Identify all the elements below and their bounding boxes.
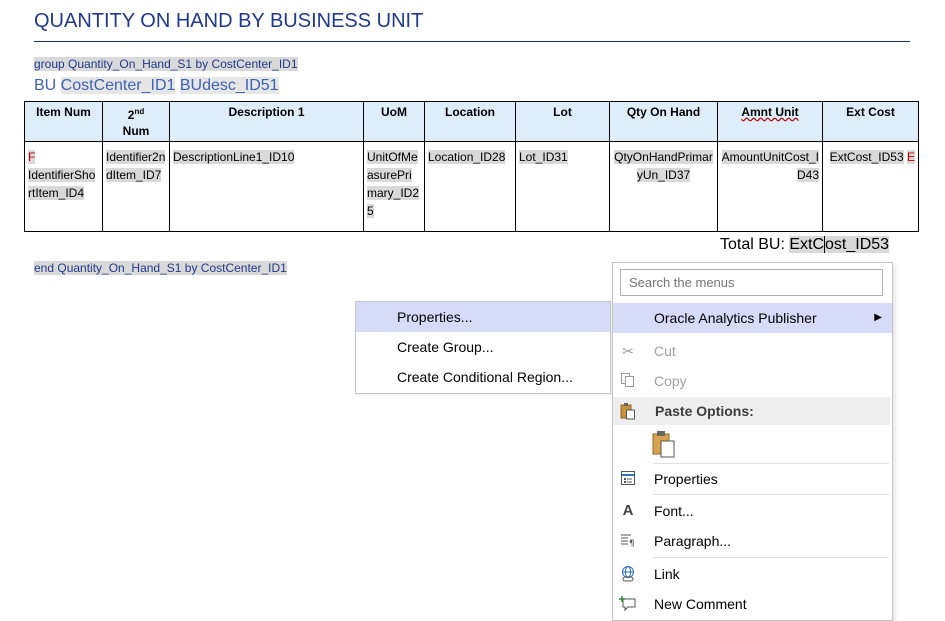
table-row: F IdentifierShortItem_ID4 Identifier2ndIt…: [24, 141, 919, 232]
cell-lot[interactable]: Lot_ID31: [515, 141, 610, 232]
font-icon: A: [622, 502, 634, 519]
group-start-field[interactable]: group Quantity_On_Hand_S1 by CostCenter_…: [34, 57, 298, 71]
menu-item-new-comment[interactable]: New Comment: [613, 589, 892, 619]
cell-ext-cost[interactable]: ExtCost_ID53 E: [822, 141, 919, 232]
menu-item-paragraph[interactable]: ¶ Paragraph...: [613, 526, 892, 556]
menu-item-oracle-analytics-publisher[interactable]: Oracle Analytics Publisher ▶: [613, 303, 892, 333]
menu-item-copy[interactable]: Copy: [613, 366, 892, 396]
header-qty-on-hand: Qty On Hand: [609, 101, 718, 142]
total-bu-line: Total BU: ExtCost_ID53: [720, 236, 890, 254]
header-2nd-num: 2nd Num: [102, 101, 170, 142]
header-description: Description 1: [169, 101, 364, 142]
document-title: QUANTITY ON HAND BY BUSINESS UNIT: [34, 10, 424, 32]
paste-keep-source-button[interactable]: [651, 429, 679, 459]
menu-item-properties[interactable]: Properties...: [356, 302, 610, 332]
menu-item-properties-word[interactable]: Properties: [613, 464, 892, 494]
svg-text:¶: ¶: [629, 539, 635, 548]
group-end-field[interactable]: end Quantity_On_Hand_S1 by CostCenter_ID…: [34, 261, 287, 275]
bu-prefix: BU: [34, 77, 61, 94]
copy-icon: [619, 372, 637, 390]
header-lot: Lot: [515, 101, 610, 142]
table-header-row: Item Num 2nd Num Description 1 UoM Locati…: [24, 101, 919, 142]
cell-uom[interactable]: UnitOfMeasurePrimary_ID25: [363, 141, 425, 232]
paste-options-header: Paste Options:: [613, 397, 890, 425]
paragraph-icon: ¶: [619, 532, 637, 550]
menu-item-create-group[interactable]: Create Group...: [356, 332, 610, 362]
cell-description[interactable]: DescriptionLine1_ID10: [169, 141, 364, 232]
cell-item-num[interactable]: F IdentifierShortItem_ID4: [24, 141, 103, 232]
header-ext-cost: Ext Cost: [822, 101, 919, 142]
search-menus-input[interactable]: [620, 269, 883, 296]
context-menu: Oracle Analytics Publisher ▶ ✂ Cut Copy …: [612, 262, 893, 621]
cell-qty-on-hand[interactable]: QtyOnHandPrimaryUn_ID37: [609, 141, 718, 232]
menu-item-font[interactable]: A Font...: [613, 496, 892, 526]
bip-field-menu: Properties... Create Group... Create Con…: [355, 301, 611, 394]
menu-item-link[interactable]: Link: [613, 559, 892, 589]
bu-line: BU CostCenter_ID1 BUdesc_ID51: [34, 77, 279, 95]
cell-location[interactable]: Location_ID28: [424, 141, 516, 232]
paste-icon: [619, 402, 637, 420]
menu-item-create-conditional-region[interactable]: Create Conditional Region...: [356, 362, 610, 392]
for-each-marker[interactable]: F: [28, 150, 36, 164]
header-amnt-unit: Amnt Unit: [717, 101, 823, 142]
budesc-field[interactable]: BUdesc_ID51: [179, 77, 279, 94]
end-marker[interactable]: E: [906, 150, 915, 164]
header-location: Location: [424, 101, 516, 142]
chevron-right-icon: ▶: [874, 312, 882, 323]
title-divider: [34, 41, 910, 42]
cell-amnt-unit[interactable]: AmountUnitCost_ID43: [717, 141, 823, 232]
new-comment-icon: [619, 595, 637, 613]
link-icon: [619, 565, 637, 583]
menu-separator: [653, 557, 889, 558]
cell-2nd-num[interactable]: Identifier2ndItem_ID7: [102, 141, 170, 232]
costcenter-field[interactable]: CostCenter_ID1: [60, 77, 176, 94]
total-bu-label: Total BU:: [720, 236, 790, 253]
menu-item-cut[interactable]: ✂ Cut: [613, 336, 892, 366]
paste-keep-icon: [651, 431, 677, 463]
scissors-icon: ✂: [622, 343, 634, 359]
quantity-table: Item Num 2nd Num Description 1 UoM Locati…: [24, 101, 919, 232]
properties-icon: [619, 470, 637, 488]
header-uom: UoM: [363, 101, 425, 142]
menu-separator: [653, 494, 889, 495]
total-extcost-field[interactable]: ExtCost_ID53: [789, 236, 890, 253]
header-item-num: Item Num: [24, 101, 103, 142]
